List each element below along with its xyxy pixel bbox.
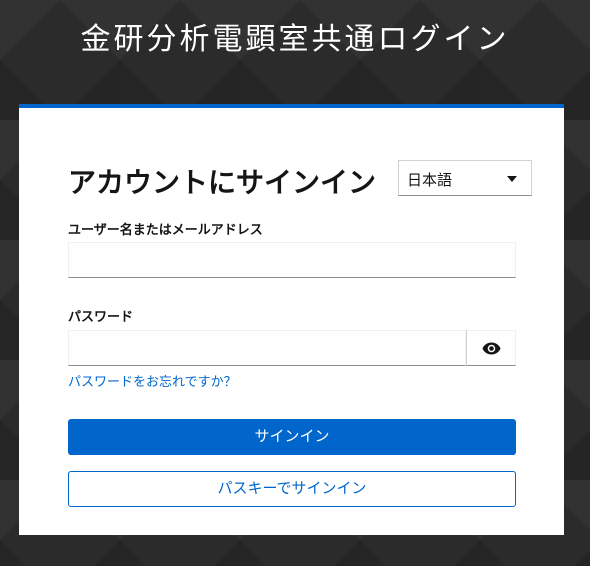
site-title: 金研分析電顕室共通ログイン bbox=[80, 22, 510, 57]
show-password-button[interactable] bbox=[466, 330, 516, 366]
password-label: パスワード bbox=[68, 310, 134, 325]
password-input[interactable] bbox=[68, 330, 466, 366]
passkey-sign-in-button[interactable]: パスキーでサインイン bbox=[68, 471, 516, 507]
language-select-value: 日本語 bbox=[407, 171, 453, 189]
caret-down-icon bbox=[507, 176, 517, 182]
language-select[interactable]: 日本語 bbox=[398, 160, 532, 196]
forgot-password-link[interactable]: パスワードをお忘れですか？ bbox=[68, 371, 237, 390]
username-label: ユーザー名またはメールアドレス bbox=[68, 223, 263, 238]
username-input[interactable] bbox=[68, 242, 516, 278]
page-title: アカウントにサインイン bbox=[68, 166, 377, 199]
login-card: アカウントにサインイン 日本語 ユーザー名またはメールアドレス パスワード パス… bbox=[19, 104, 564, 535]
sign-in-button[interactable]: サインイン bbox=[68, 419, 516, 455]
eye-icon bbox=[482, 342, 501, 355]
